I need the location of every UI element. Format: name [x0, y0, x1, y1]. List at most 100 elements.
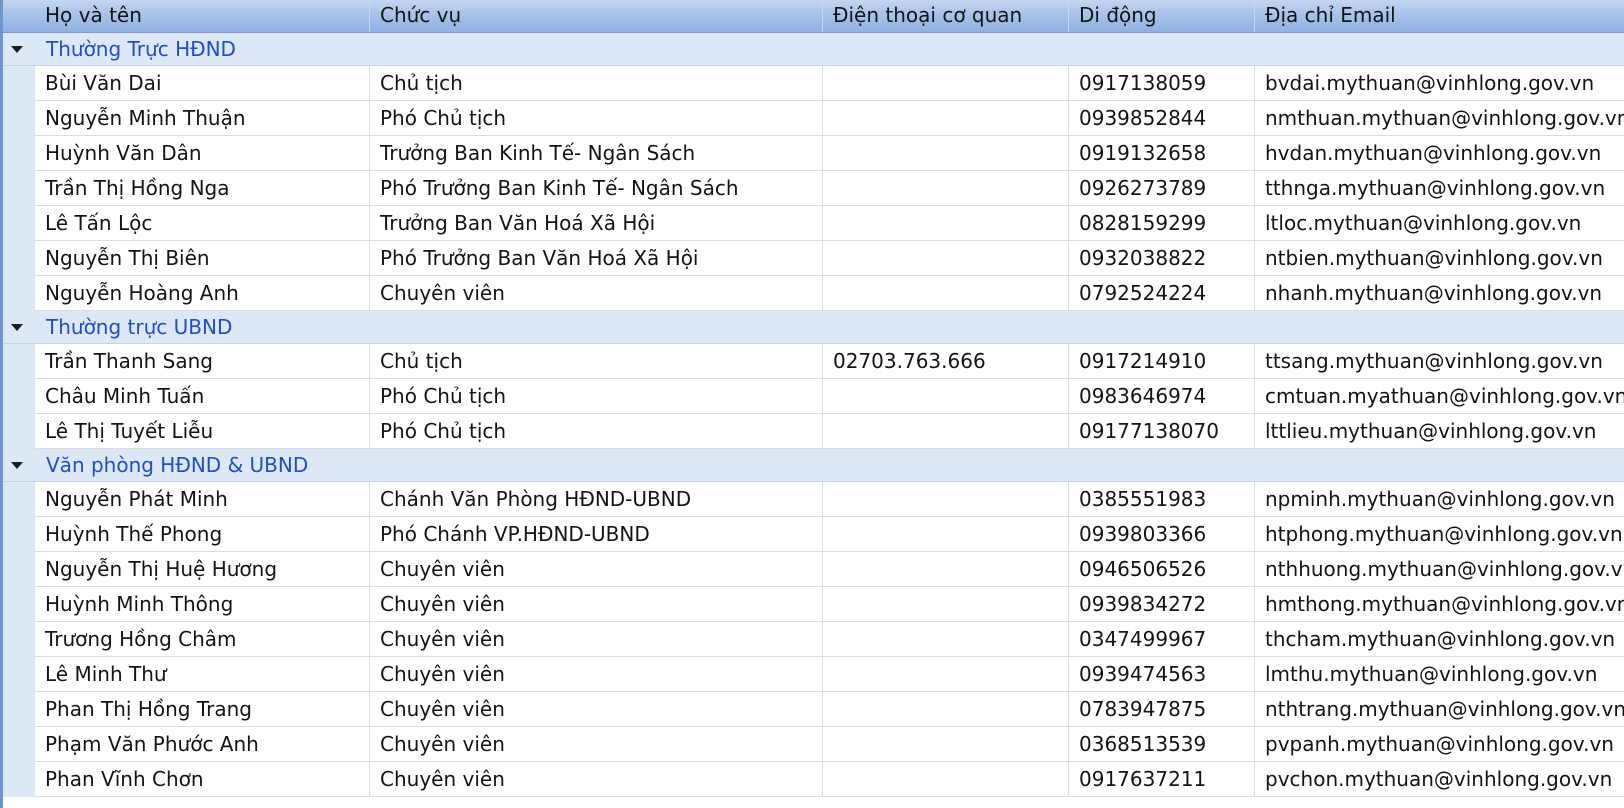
office-phone-cell[interactable]: [823, 276, 1069, 311]
name-cell[interactable]: Bùi Văn Dai: [35, 66, 370, 101]
office-phone-cell[interactable]: 02703.763.666: [823, 344, 1069, 379]
office-phone-cell[interactable]: [823, 241, 1069, 276]
office-phone-cell[interactable]: [823, 587, 1069, 622]
table-row[interactable]: Trương Hồng Châm Chuyên viên 0347499967 thc…: [0, 622, 1624, 657]
office-phone-cell[interactable]: [823, 206, 1069, 241]
name-cell[interactable]: Châu Minh Tuấn: [35, 379, 370, 414]
email-cell[interactable]: nthtrang.mythuan@vinhlong.gov.vn: [1255, 692, 1624, 727]
mobile-cell[interactable]: 0828159299: [1069, 206, 1255, 241]
position-cell[interactable]: Chủ tịch: [370, 66, 823, 101]
group-row[interactable]: Thường trực UBND: [0, 311, 1624, 344]
mobile-cell[interactable]: 0939834272: [1069, 587, 1255, 622]
email-cell[interactable]: ntbien.mythuan@vinhlong.gov.vn: [1255, 241, 1624, 276]
name-cell[interactable]: Lê Thị Tuyết Liễu: [35, 414, 370, 449]
position-cell[interactable]: Phó Chủ tịch: [370, 379, 823, 414]
name-cell[interactable]: Nguyễn Thị Biên: [35, 241, 370, 276]
collapse-arrow-icon[interactable]: [11, 46, 23, 53]
table-row[interactable]: Trần Thanh Sang Chủ tịch 02703.763.666 0917…: [0, 344, 1624, 379]
mobile-cell[interactable]: 0939474563: [1069, 657, 1255, 692]
email-cell[interactable]: cmtuan.myathuan@vinhlong.gov.vn: [1255, 379, 1624, 414]
position-cell[interactable]: Phó Trưởng Ban Kinh Tế- Ngân Sách: [370, 171, 823, 206]
collapse-arrow-icon[interactable]: [11, 324, 23, 331]
email-cell[interactable]: ttsang.mythuan@vinhlong.gov.vn: [1255, 344, 1624, 379]
name-cell[interactable]: Phan Vĩnh Chơn: [35, 762, 370, 797]
email-cell[interactable]: pvchon.mythuan@vinhlong.gov.vn: [1255, 762, 1624, 797]
mobile-cell[interactable]: 0932038822: [1069, 241, 1255, 276]
email-cell[interactable]: lmthu.mythuan@vinhlong.gov.vn: [1255, 657, 1624, 692]
mobile-cell[interactable]: 09177138070: [1069, 414, 1255, 449]
email-cell[interactable]: ltloc.mythuan@vinhlong.gov.vn: [1255, 206, 1624, 241]
mobile-cell[interactable]: 0792524224: [1069, 276, 1255, 311]
mobile-cell[interactable]: 0385551983: [1069, 482, 1255, 517]
position-cell[interactable]: Phó Chủ tịch: [370, 101, 823, 136]
mobile-cell[interactable]: 0926273789: [1069, 171, 1255, 206]
office-phone-cell[interactable]: [823, 66, 1069, 101]
position-cell[interactable]: Trưởng Ban Kinh Tế- Ngân Sách: [370, 136, 823, 171]
table-row[interactable]: Nguyễn Thị Huệ Hương Chuyên viên 094650652…: [0, 552, 1624, 587]
table-row[interactable]: Châu Minh Tuấn Phó Chủ tịch 0983646974 cmtu…: [0, 379, 1624, 414]
position-cell[interactable]: Chuyên viên: [370, 276, 823, 311]
position-cell[interactable]: Chuyên viên: [370, 657, 823, 692]
position-cell[interactable]: Trưởng Ban Văn Hoá Xã Hội: [370, 206, 823, 241]
column-header-office-phone[interactable]: Điện thoại cơ quan: [823, 0, 1069, 32]
position-cell[interactable]: Chuyên viên: [370, 692, 823, 727]
name-cell[interactable]: Nguyễn Minh Thuận: [35, 101, 370, 136]
email-cell[interactable]: hmthong.mythuan@vinhlong.gov.vn: [1255, 587, 1624, 622]
email-cell[interactable]: tthnga.mythuan@vinhlong.gov.vn: [1255, 171, 1624, 206]
mobile-cell[interactable]: 0946506526: [1069, 552, 1255, 587]
office-phone-cell[interactable]: [823, 517, 1069, 552]
mobile-cell[interactable]: 0983646974: [1069, 379, 1255, 414]
table-row[interactable]: Lê Minh Thư Chuyên viên 0939474563 lmthu.my…: [0, 657, 1624, 692]
column-header-email[interactable]: Địa chỉ Email: [1255, 0, 1624, 32]
office-phone-cell[interactable]: [823, 727, 1069, 762]
position-cell[interactable]: Chuyên viên: [370, 622, 823, 657]
office-phone-cell[interactable]: [823, 657, 1069, 692]
mobile-cell[interactable]: 0368513539: [1069, 727, 1255, 762]
name-cell[interactable]: Trần Thanh Sang: [35, 344, 370, 379]
email-cell[interactable]: nmthuan.mythuan@vinhlong.gov.vn: [1255, 101, 1624, 136]
column-header-mobile[interactable]: Di động: [1069, 0, 1255, 32]
office-phone-cell[interactable]: [823, 762, 1069, 797]
name-cell[interactable]: Lê Tấn Lộc: [35, 206, 370, 241]
table-row[interactable]: Nguyễn Thị Biên Phó Trưởng Ban Văn Hoá Xã…: [0, 241, 1624, 276]
table-row[interactable]: Nguyễn Phát Minh Chánh Văn Phòng HĐND-UBN…: [0, 482, 1624, 517]
mobile-cell[interactable]: 0919132658: [1069, 136, 1255, 171]
email-cell[interactable]: nhanh.mythuan@vinhlong.gov.vn: [1255, 276, 1624, 311]
table-row[interactable]: Huỳnh Văn Dân Trưởng Ban Kinh Tế- Ngân Sá…: [0, 136, 1624, 171]
table-row[interactable]: Trần Thị Hồng Nga Phó Trưởng Ban Kinh Tế-…: [0, 171, 1624, 206]
group-row[interactable]: Thường Trực HĐND: [0, 33, 1624, 66]
position-cell[interactable]: Chuyên viên: [370, 762, 823, 797]
table-row[interactable]: Lê Thị Tuyết Liễu Phó Chủ tịch 09177138070…: [0, 414, 1624, 449]
office-phone-cell[interactable]: [823, 379, 1069, 414]
column-header-position[interactable]: Chức vụ: [370, 0, 823, 32]
email-cell[interactable]: npminh.mythuan@vinhlong.gov.vn: [1255, 482, 1624, 517]
name-cell[interactable]: Phan Thị Hồng Trang: [35, 692, 370, 727]
name-cell[interactable]: Nguyễn Hoàng Anh: [35, 276, 370, 311]
email-cell[interactable]: nthhuong.mythuan@vinhlong.gov.vn: [1255, 552, 1624, 587]
email-cell[interactable]: thcham.mythuan@vinhlong.gov.vn: [1255, 622, 1624, 657]
collapse-arrow-icon[interactable]: [11, 462, 23, 469]
table-row[interactable]: Phạm Văn Phước Anh Chuyên viên 0368513539 p…: [0, 727, 1624, 762]
mobile-cell[interactable]: 0917637211: [1069, 762, 1255, 797]
mobile-cell[interactable]: 0917138059: [1069, 66, 1255, 101]
name-cell[interactable]: Nguyễn Thị Huệ Hương: [35, 552, 370, 587]
name-cell[interactable]: Huỳnh Thế Phong: [35, 517, 370, 552]
office-phone-cell[interactable]: [823, 171, 1069, 206]
office-phone-cell[interactable]: [823, 414, 1069, 449]
position-cell[interactable]: Phó Chủ tịch: [370, 414, 823, 449]
mobile-cell[interactable]: 0939803366: [1069, 517, 1255, 552]
table-row[interactable]: Huỳnh Minh Thông Chuyên viên 0939834272 hmt…: [0, 587, 1624, 622]
email-cell[interactable]: hvdan.mythuan@vinhlong.gov.vn: [1255, 136, 1624, 171]
group-row[interactable]: Văn phòng HĐND & UBND: [0, 449, 1624, 482]
table-row[interactable]: Lê Tấn Lộc Trưởng Ban Văn Hoá Xã Hội 08281…: [0, 206, 1624, 241]
table-row[interactable]: Phan Thị Hồng Trang Chuyên viên 0783947875…: [0, 692, 1624, 727]
table-row[interactable]: Nguyễn Hoàng Anh Chuyên viên 0792524224 nha…: [0, 276, 1624, 311]
name-cell[interactable]: Lê Minh Thư: [35, 657, 370, 692]
table-row[interactable]: Huỳnh Thế Phong Phó Chánh VP.HĐND-UBND 093…: [0, 517, 1624, 552]
position-cell[interactable]: Phó Chánh VP.HĐND-UBND: [370, 517, 823, 552]
position-cell[interactable]: Phó Trưởng Ban Văn Hoá Xã Hội: [370, 241, 823, 276]
mobile-cell[interactable]: 0939852844: [1069, 101, 1255, 136]
name-cell[interactable]: Trần Thị Hồng Nga: [35, 171, 370, 206]
name-cell[interactable]: Trương Hồng Châm: [35, 622, 370, 657]
position-cell[interactable]: Chuyên viên: [370, 587, 823, 622]
